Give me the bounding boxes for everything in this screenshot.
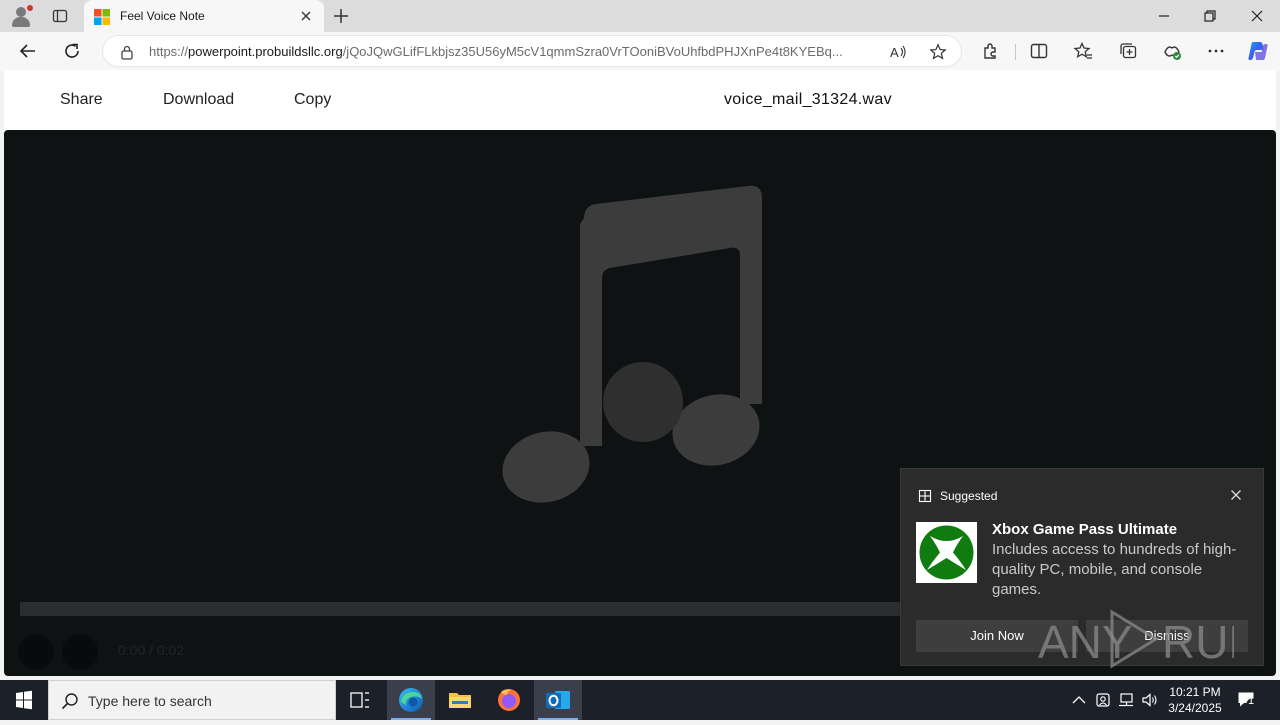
page-header: Share Download Copy voice_mail_31324.wav — [4, 70, 1276, 130]
firefox-icon[interactable] — [485, 680, 533, 720]
search-placeholder: Type here to search — [88, 693, 212, 709]
url-text[interactable]: https://powerpoint.probuildsllc.org/jQoJ… — [149, 44, 879, 59]
notification-count: 1 — [1248, 695, 1255, 707]
task-view-icon[interactable] — [336, 680, 384, 720]
notification-label: Suggested — [940, 489, 998, 503]
meet-now-icon[interactable] — [1094, 691, 1112, 709]
edge-icon — [399, 688, 423, 712]
close-tab-icon[interactable] — [299, 9, 313, 23]
close-notification-icon[interactable] — [1229, 488, 1243, 502]
show-hidden-icons-icon[interactable] — [1070, 691, 1088, 709]
suggested-icon — [918, 489, 932, 503]
action-center-button[interactable]: 1 — [1236, 689, 1258, 711]
split-screen-icon[interactable] — [1029, 41, 1049, 61]
windows-taskbar: Type here to search 10:21 PM 3/24/2025 1 — [0, 680, 1280, 720]
browser-tab-bar: Feel Voice Note — [0, 0, 1280, 32]
music-note-icon — [502, 185, 762, 503]
close-window-icon[interactable] — [1249, 8, 1265, 24]
network-icon[interactable] — [1117, 691, 1135, 709]
windows-start-icon[interactable] — [0, 680, 48, 720]
minimize-window-icon[interactable] — [1156, 8, 1172, 24]
collections-icon[interactable] — [1118, 41, 1138, 61]
volume-icon[interactable] — [1141, 691, 1159, 709]
clock-date: 3/24/2025 — [1168, 701, 1222, 715]
microsoft-logo-icon — [94, 9, 110, 25]
notification-body: Includes access to hundreds of high-qual… — [992, 541, 1237, 598]
search-icon — [61, 693, 78, 710]
favorites-icon[interactable] — [1073, 41, 1093, 61]
play-button[interactable] — [18, 634, 54, 670]
tab-actions-icon[interactable] — [52, 8, 68, 24]
anyrun-watermark: ANY RUN — [1038, 609, 1234, 669]
volume-button[interactable] — [62, 634, 98, 670]
taskbar-outlook[interactable] — [534, 680, 582, 720]
browser-toolbar: https://powerpoint.probuildsllc.org/jQoJ… — [0, 32, 1280, 70]
playback-time: 0:00 / 0:02 — [118, 642, 185, 658]
refresh-icon[interactable] — [62, 41, 82, 61]
toolbar-divider — [1015, 44, 1016, 60]
svg-text:A: A — [890, 45, 899, 60]
tab-title: Feel Voice Note — [120, 9, 205, 23]
share-link[interactable]: Share — [60, 91, 103, 109]
restore-window-icon[interactable] — [1202, 8, 1218, 24]
address-bar[interactable]: https://powerpoint.probuildsllc.org/jQoJ… — [102, 35, 962, 67]
lock-icon[interactable] — [119, 44, 135, 60]
download-link[interactable]: Download — [163, 91, 234, 109]
file-explorer-icon[interactable] — [436, 680, 484, 720]
clock-time: 10:21 PM — [1169, 685, 1221, 699]
notification-icon — [1238, 692, 1258, 710]
new-tab-icon[interactable] — [332, 7, 350, 25]
notification-title: Xbox Game Pass Ultimate — [992, 521, 1178, 538]
read-aloud-icon[interactable]: A — [889, 43, 907, 61]
copy-link[interactable]: Copy — [294, 91, 331, 109]
more-options-icon[interactable] — [1206, 41, 1226, 61]
watermark-text-left: ANY — [1038, 616, 1133, 668]
favorite-star-icon[interactable] — [929, 43, 947, 61]
outlook-icon — [546, 691, 570, 709]
system-clock[interactable]: 10:21 PM 3/24/2025 — [1162, 684, 1228, 716]
copilot-icon[interactable] — [1246, 39, 1270, 63]
back-arrow-icon[interactable] — [18, 41, 38, 61]
xbox-logo-icon — [916, 522, 977, 583]
watermark-text-right: RUN — [1162, 616, 1234, 668]
tab-feel-voice-note[interactable]: Feel Voice Note — [84, 0, 324, 32]
taskbar-search[interactable]: Type here to search — [48, 680, 336, 720]
profile-avatar-icon[interactable] — [10, 5, 33, 27]
taskbar-edge[interactable] — [387, 680, 435, 720]
browser-essentials-icon[interactable] — [1162, 41, 1182, 61]
file-name: voice_mail_31324.wav — [724, 91, 892, 108]
extensions-icon[interactable] — [981, 41, 1001, 61]
